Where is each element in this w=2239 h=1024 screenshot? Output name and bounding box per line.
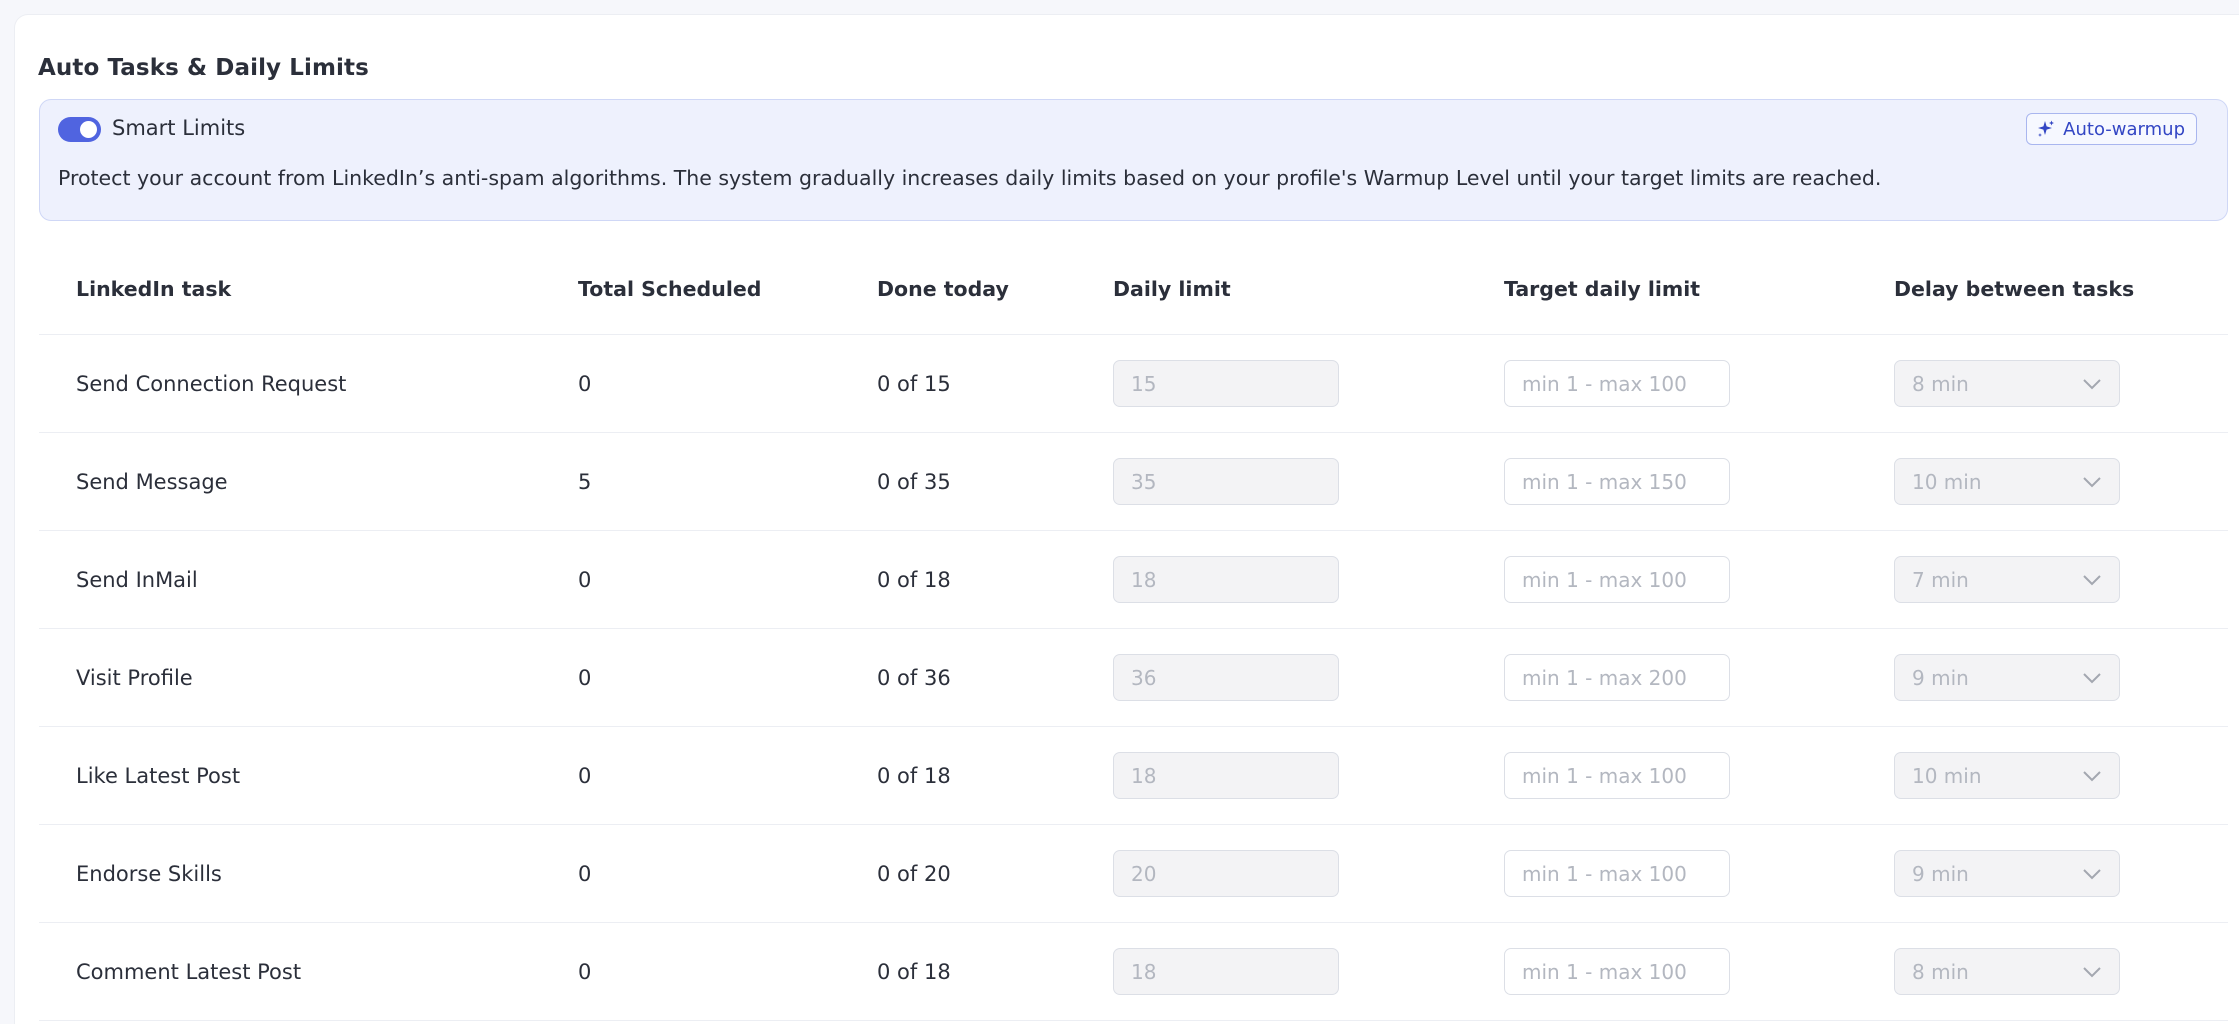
done-today: 0 of 20	[877, 861, 951, 886]
column-header-total-scheduled: Total Scheduled	[578, 276, 762, 301]
chevron-down-icon	[2083, 868, 2101, 879]
delay-value: 8 min	[1912, 371, 1969, 396]
delay-select[interactable]: 9 min	[1894, 654, 2120, 701]
task-name: Comment Latest Post	[76, 959, 302, 984]
target-daily-limit-input[interactable]: min 1 - max 100	[1504, 850, 1730, 897]
sparkle-icon	[2036, 119, 2056, 139]
column-header-target-daily-limit: Target daily limit	[1504, 276, 1701, 301]
table-row: Send InMail 0 0 of 18 18 min 1 - max 100…	[39, 531, 2228, 629]
daily-limit-input[interactable]: 20	[1113, 850, 1339, 897]
task-name: Endorse Skills	[76, 861, 222, 886]
daily-limit-input[interactable]: 18	[1113, 752, 1339, 799]
task-name: Like Latest Post	[76, 763, 241, 788]
delay-value: 10 min	[1912, 469, 1982, 494]
smart-limits-banner: Smart Limits Auto-warmup Protect your ac…	[39, 99, 2228, 221]
chevron-down-icon	[2083, 672, 2101, 683]
chevron-down-icon	[2083, 770, 2101, 781]
tasks-table: LinkedIn task Total Scheduled Done today…	[39, 243, 2228, 1021]
total-scheduled: 0	[578, 371, 592, 396]
auto-warmup-label: Auto-warmup	[2063, 118, 2185, 140]
daily-limit-input[interactable]: 18	[1113, 556, 1339, 603]
smart-limits-description: Protect your account from LinkedIn’s ant…	[58, 166, 1882, 190]
total-scheduled: 0	[578, 959, 592, 984]
chevron-down-icon	[2083, 476, 2101, 487]
daily-limit-input[interactable]: 18	[1113, 948, 1339, 995]
table-row: Comment Latest Post 0 0 of 18 18 min 1 -…	[39, 923, 2228, 1021]
delay-select[interactable]: 8 min	[1894, 948, 2120, 995]
delay-select[interactable]: 8 min	[1894, 360, 2120, 407]
chevron-down-icon	[2083, 378, 2101, 389]
table-row: Endorse Skills 0 0 of 20 20 min 1 - max …	[39, 825, 2228, 923]
task-name: Send Message	[76, 469, 228, 494]
smart-limits-toggle[interactable]	[58, 117, 101, 142]
target-daily-limit-input[interactable]: min 1 - max 200	[1504, 654, 1730, 701]
total-scheduled: 0	[578, 665, 592, 690]
daily-limit-input[interactable]: 35	[1113, 458, 1339, 505]
total-scheduled: 0	[578, 567, 592, 592]
done-today: 0 of 36	[877, 665, 951, 690]
delay-select[interactable]: 7 min	[1894, 556, 2120, 603]
target-daily-limit-input[interactable]: min 1 - max 100	[1504, 948, 1730, 995]
daily-limit-input[interactable]: 15	[1113, 360, 1339, 407]
done-today: 0 of 35	[877, 469, 951, 494]
delay-select[interactable]: 10 min	[1894, 458, 2120, 505]
delay-select[interactable]: 9 min	[1894, 850, 2120, 897]
done-today: 0 of 18	[877, 763, 951, 788]
target-daily-limit-input[interactable]: min 1 - max 100	[1504, 556, 1730, 603]
total-scheduled: 5	[578, 469, 592, 494]
toggle-knob	[80, 121, 97, 138]
delay-value: 10 min	[1912, 763, 1982, 788]
table-row: Send Connection Request 0 0 of 15 15 min…	[39, 335, 2228, 433]
table-row: Send Message 5 0 of 35 35 min 1 - max 15…	[39, 433, 2228, 531]
table-row: Visit Profile 0 0 of 36 36 min 1 - max 2…	[39, 629, 2228, 727]
column-header-done-today: Done today	[877, 276, 1009, 301]
daily-limit-input[interactable]: 36	[1113, 654, 1339, 701]
table-row: Like Latest Post 0 0 of 18 18 min 1 - ma…	[39, 727, 2228, 825]
target-daily-limit-input[interactable]: min 1 - max 100	[1504, 360, 1730, 407]
card-title: Auto Tasks & Daily Limits	[38, 55, 369, 81]
column-header-task: LinkedIn task	[76, 276, 232, 301]
table-header-row: LinkedIn task Total Scheduled Done today…	[39, 243, 2228, 335]
delay-value: 9 min	[1912, 665, 1969, 690]
total-scheduled: 0	[578, 763, 592, 788]
total-scheduled: 0	[578, 861, 592, 886]
chevron-down-icon	[2083, 966, 2101, 977]
delay-value: 8 min	[1912, 959, 1969, 984]
auto-warmup-button[interactable]: Auto-warmup	[2026, 113, 2197, 145]
done-today: 0 of 15	[877, 371, 951, 396]
delay-value: 7 min	[1912, 567, 1969, 592]
done-today: 0 of 18	[877, 567, 951, 592]
target-daily-limit-input[interactable]: min 1 - max 150	[1504, 458, 1730, 505]
delay-select[interactable]: 10 min	[1894, 752, 2120, 799]
chevron-down-icon	[2083, 574, 2101, 585]
column-header-delay: Delay between tasks	[1894, 276, 2135, 301]
task-name: Send InMail	[76, 567, 198, 592]
target-daily-limit-input[interactable]: min 1 - max 100	[1504, 752, 1730, 799]
column-header-daily-limit: Daily limit	[1113, 276, 1231, 301]
auto-tasks-card: Auto Tasks & Daily Limits Smart Limits A…	[14, 14, 2239, 1024]
delay-value: 9 min	[1912, 861, 1969, 886]
smart-limits-label: Smart Limits	[112, 116, 246, 140]
task-name: Send Connection Request	[76, 371, 347, 396]
task-name: Visit Profile	[76, 665, 193, 690]
done-today: 0 of 18	[877, 959, 951, 984]
